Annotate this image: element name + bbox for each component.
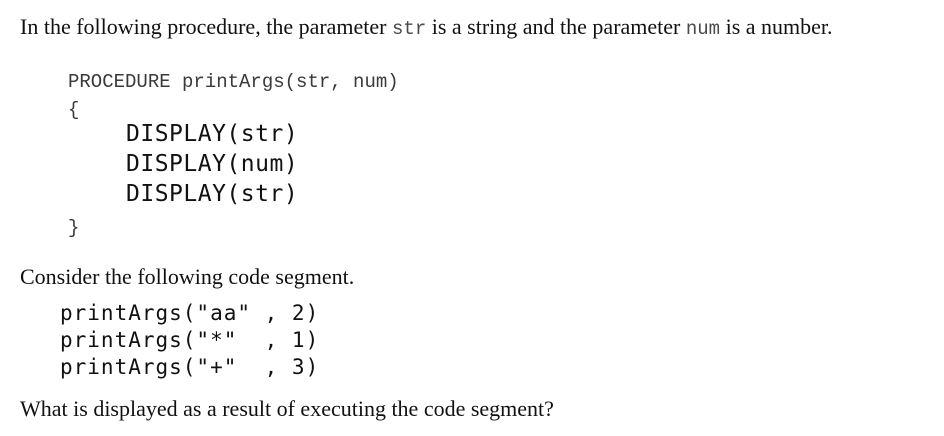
consider-sentence: Consider the following code segment. (20, 264, 355, 289)
procedure-close-brace: } (68, 217, 80, 239)
inline-code-str: str (392, 18, 427, 40)
procedure-body-line: DISPLAY(str) (126, 121, 299, 147)
code-segment-line: printArgs("*" , 1) (60, 328, 320, 352)
procedure-header: PROCEDURE printArgs(str, num) (68, 71, 399, 93)
procedure-body-line: DISPLAY(num) (126, 151, 299, 177)
code-segment-line: printArgs("+" , 3) (60, 355, 320, 379)
code-segment-line: printArgs("aa" , 2) (60, 301, 320, 325)
procedure-open-brace: { (68, 99, 80, 121)
inline-code-num: num (685, 18, 721, 40)
intro-text-1: In the following procedure, the paramete… (20, 14, 393, 39)
intro-sentence: In the following procedure, the paramete… (20, 14, 833, 42)
procedure-body-line: DISPLAY(str) (126, 181, 299, 207)
intro-text-2: is a string and the parameter (426, 14, 686, 39)
intro-text-3: is a number. (720, 14, 833, 39)
question-text: What is displayed as a result of executi… (20, 396, 554, 421)
